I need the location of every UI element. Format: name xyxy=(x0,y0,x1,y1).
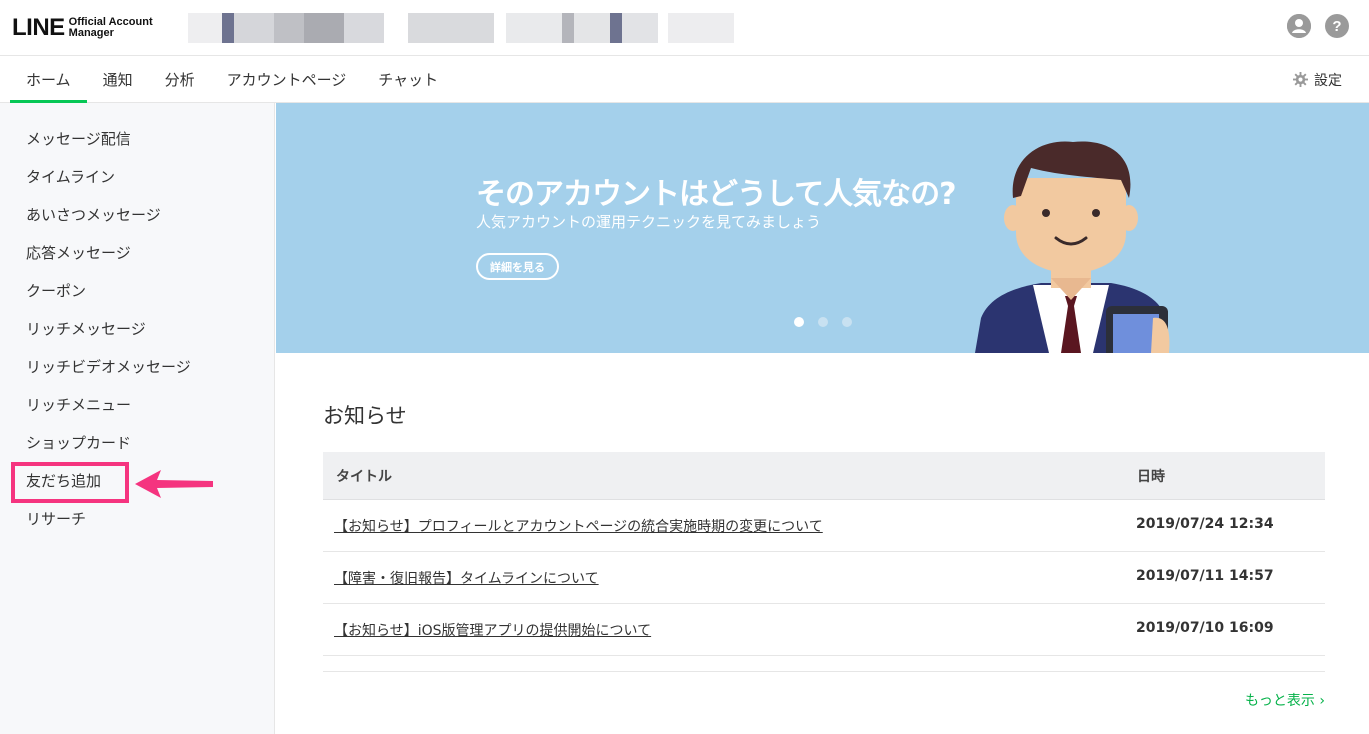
user-icon xyxy=(1287,14,1311,38)
sidebar-item-rich-video-message[interactable]: リッチビデオメッセージ xyxy=(26,356,191,377)
carousel-dot-3[interactable] xyxy=(842,317,852,327)
main-nav: ホーム 通知 分析 アカウントページ チャット 設定 xyxy=(0,56,1369,103)
help-icon[interactable]: ? xyxy=(1325,14,1349,38)
account-icon[interactable] xyxy=(1287,14,1311,38)
tab-chat[interactable]: チャット xyxy=(362,56,454,103)
logo-subtext: Official Account Manager xyxy=(68,16,153,39)
settings-label: 設定 xyxy=(1314,72,1342,89)
notices-heading: お知らせ xyxy=(323,404,407,428)
tab-notifications[interactable]: 通知 xyxy=(87,56,149,103)
blurred-account-name xyxy=(188,13,734,43)
gear-icon xyxy=(1293,72,1308,87)
sidebar-item-research[interactable]: リサーチ xyxy=(26,508,86,529)
highlight-box xyxy=(11,462,129,503)
logo-text: LINE xyxy=(12,14,65,41)
sidebar-item-coupon[interactable]: クーポン xyxy=(26,280,86,301)
carousel-dots xyxy=(794,317,852,327)
chevron-right-icon: › xyxy=(1319,693,1325,709)
notice-link[interactable]: 【お知らせ】iOS版管理アプリの提供開始について xyxy=(334,620,651,640)
notice-link[interactable]: 【お知らせ】プロフィールとアカウントページの統合実施時期の変更について xyxy=(334,516,823,536)
sidebar-item-rich-message[interactable]: リッチメッセージ xyxy=(26,318,146,339)
banner-title: そのアカウントはどうして人気なの? xyxy=(476,177,957,212)
pointer-arrow-icon xyxy=(135,470,213,498)
sidebar-item-greeting-message[interactable]: あいさつメッセージ xyxy=(26,204,161,225)
sidebar-item-shop-card[interactable]: ショップカード xyxy=(26,432,131,453)
table-row: 【お知らせ】プロフィールとアカウントページの統合実施時期の変更について 2019… xyxy=(323,500,1325,552)
carousel-dot-1[interactable] xyxy=(794,317,804,327)
carousel-dot-2[interactable] xyxy=(818,317,828,327)
tab-account-page[interactable]: アカウントページ xyxy=(211,56,363,103)
table-header: タイトル 日時 xyxy=(323,452,1325,500)
column-header-title: タイトル xyxy=(336,468,392,485)
table-row: 【お知らせ】iOS版管理アプリの提供開始について 2019/07/10 16:0… xyxy=(323,604,1325,656)
table-footer-line xyxy=(323,656,1325,672)
tab-analytics[interactable]: 分析 xyxy=(149,56,211,103)
notices-table: タイトル 日時 【お知らせ】プロフィールとアカウントページの統合実施時期の変更に… xyxy=(323,452,1325,672)
tab-home[interactable]: ホーム xyxy=(10,56,87,103)
businessman-illustration xyxy=(975,141,1170,353)
promo-banner[interactable]: そのアカウントはどうして人気なの? 人気アカウントの運用テクニックを見てみましょ… xyxy=(276,103,1369,353)
sidebar-item-rich-menu[interactable]: リッチメニュー xyxy=(26,394,131,415)
top-icons: ? xyxy=(1287,14,1349,38)
settings-button[interactable]: 設定 xyxy=(1293,56,1342,103)
banner-subtitle: 人気アカウントの運用テクニックを見てみましょう xyxy=(476,213,822,231)
sidebar-item-timeline[interactable]: タイムライン xyxy=(26,166,115,187)
table-row: 【障害・復旧報告】タイムラインについて 2019/07/11 14:57 xyxy=(323,552,1325,604)
column-header-date: 日時 xyxy=(1137,468,1165,485)
sidebar-item-response-message[interactable]: 応答メッセージ xyxy=(26,242,131,263)
main-content: そのアカウントはどうして人気なの? 人気アカウントの運用テクニックを見てみましょ… xyxy=(276,103,1369,734)
notice-date: 2019/07/10 16:09 xyxy=(1136,620,1274,636)
sidebar: メッセージ配信 タイムライン あいさつメッセージ 応答メッセージ クーポン リッ… xyxy=(0,103,275,734)
notice-link[interactable]: 【障害・復旧報告】タイムラインについて xyxy=(334,568,599,588)
sidebar-item-message-delivery[interactable]: メッセージ配信 xyxy=(26,128,131,149)
line-logo[interactable]: LINE Official Account Manager xyxy=(12,12,153,44)
banner-details-button[interactable]: 詳細を見る xyxy=(476,253,559,280)
notice-date: 2019/07/24 12:34 xyxy=(1136,516,1274,532)
show-more-link[interactable]: もっと表示 › xyxy=(1245,690,1325,710)
show-more-label: もっと表示 xyxy=(1244,693,1315,709)
nav-tabs: ホーム 通知 分析 アカウントページ チャット xyxy=(10,56,454,103)
notice-date: 2019/07/11 14:57 xyxy=(1136,568,1274,584)
top-bar: LINE Official Account Manager ? xyxy=(0,0,1369,56)
